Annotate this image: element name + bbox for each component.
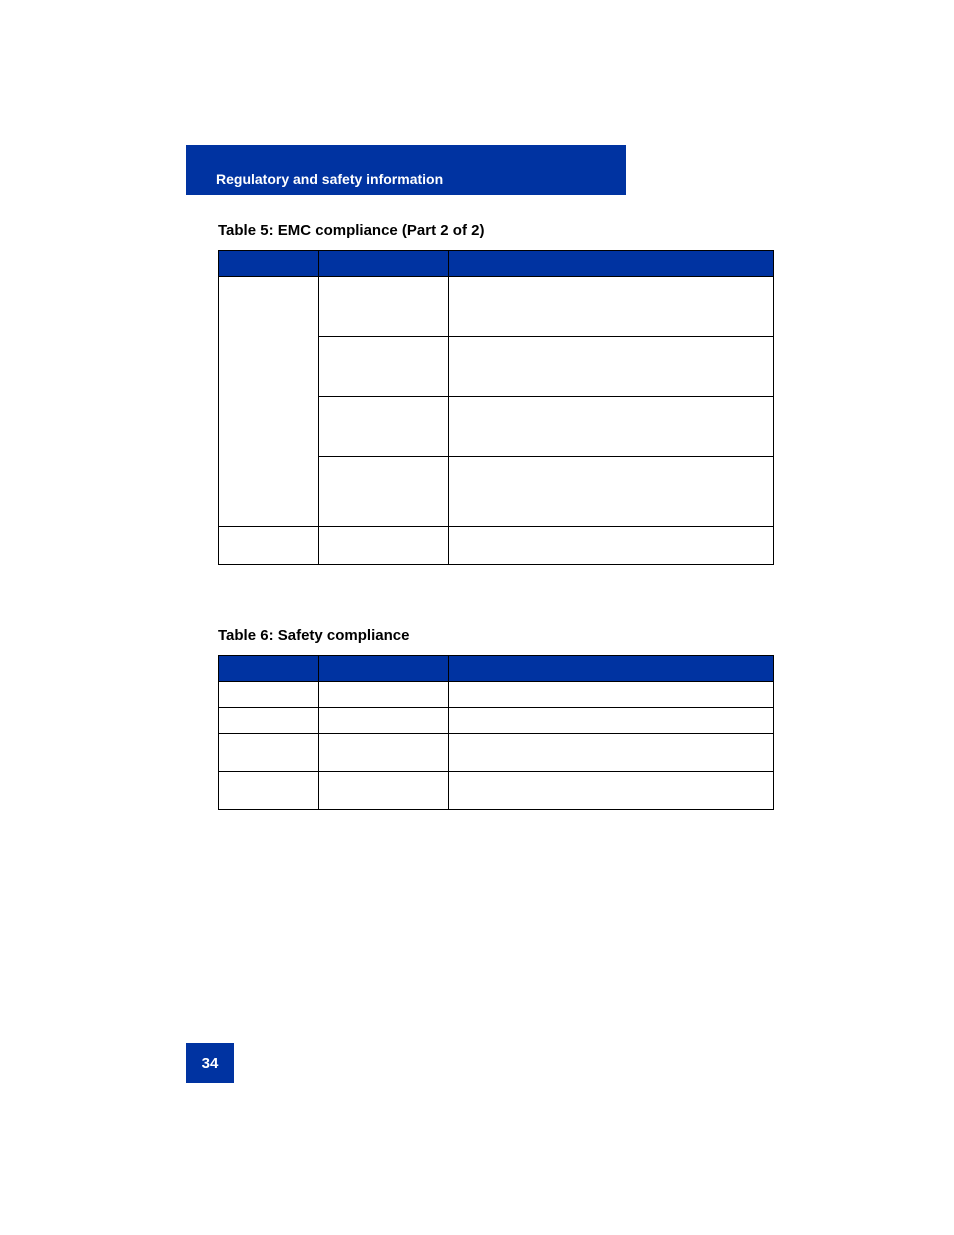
- section-header-bar: Regulatory and safety information: [186, 145, 626, 195]
- page-number: 34: [202, 1055, 219, 1072]
- table-header-row: [219, 251, 774, 277]
- table-cell: [319, 682, 449, 708]
- table-cell: [319, 277, 449, 337]
- table-cell: [319, 457, 449, 527]
- page-number-box: 34: [186, 1043, 234, 1083]
- table-row: [219, 527, 774, 565]
- table-cell: [219, 708, 319, 734]
- table-5-emc-compliance: [218, 250, 774, 565]
- table-cell: [449, 772, 774, 810]
- table-cell: [449, 682, 774, 708]
- table-5-caption: Table 5: EMC compliance (Part 2 of 2): [218, 222, 484, 239]
- table-cell: [449, 708, 774, 734]
- table-5-header-2: [319, 251, 449, 277]
- table-6-header-3: [449, 656, 774, 682]
- document-page: Regulatory and safety information Table …: [0, 0, 954, 1235]
- table-cell: [449, 457, 774, 527]
- table-row: [219, 682, 774, 708]
- table-cell: [219, 682, 319, 708]
- table-cell: [319, 708, 449, 734]
- table-6-header-2: [319, 656, 449, 682]
- table-cell: [449, 277, 774, 337]
- table-row: [219, 734, 774, 772]
- section-header-text: Regulatory and safety information: [216, 171, 443, 187]
- table-6-safety-compliance: [218, 655, 774, 810]
- table-cell: [219, 277, 319, 527]
- table-cell: [449, 337, 774, 397]
- table-6-caption: Table 6: Safety compliance: [218, 627, 409, 644]
- table-cell: [319, 337, 449, 397]
- table-row: [219, 277, 774, 337]
- table-6-header-1: [219, 656, 319, 682]
- table-cell: [219, 734, 319, 772]
- table-cell: [449, 734, 774, 772]
- table-cell: [449, 527, 774, 565]
- table-5-header-3: [449, 251, 774, 277]
- table-5-header-1: [219, 251, 319, 277]
- table-row: [219, 772, 774, 810]
- table-cell: [319, 527, 449, 565]
- table-cell: [319, 772, 449, 810]
- table-cell: [449, 397, 774, 457]
- table-cell: [219, 527, 319, 565]
- table-cell: [319, 734, 449, 772]
- table-cell: [219, 772, 319, 810]
- table-header-row: [219, 656, 774, 682]
- table-cell: [319, 397, 449, 457]
- table-row: [219, 708, 774, 734]
